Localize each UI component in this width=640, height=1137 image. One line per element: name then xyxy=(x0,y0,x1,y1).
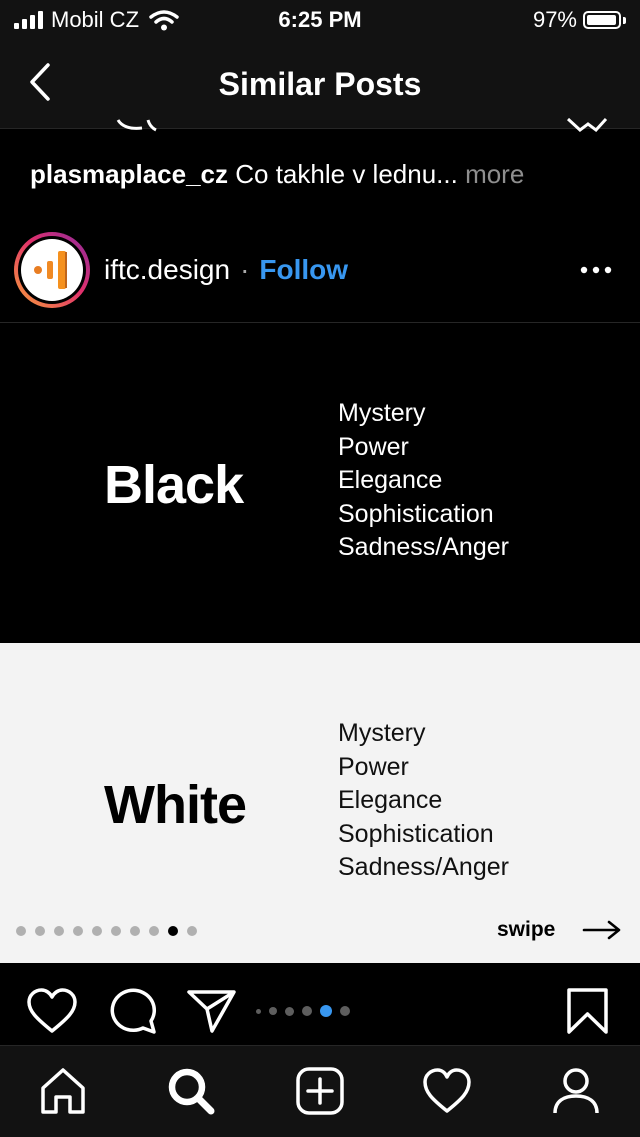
carousel-dot xyxy=(302,1006,312,1016)
page-dot xyxy=(111,926,121,936)
carousel-dot xyxy=(340,1006,350,1016)
slide-attribute: Mystery xyxy=(338,399,426,427)
arrow-right-icon xyxy=(582,920,621,940)
page-title: Similar Posts xyxy=(218,66,422,102)
post-action-bar xyxy=(0,963,640,1045)
share-icon[interactable] xyxy=(186,987,238,1035)
slide-attribute: Sophistication xyxy=(338,499,494,528)
page-dot xyxy=(54,926,64,936)
page-dot xyxy=(16,926,26,936)
post-image-black-slide[interactable]: Black Mystery Power Elegance Sophisticat… xyxy=(0,323,640,643)
post-username[interactable]: iftc.design xyxy=(104,254,230,285)
carousel-dot xyxy=(256,1008,261,1014)
post-image-white-slide[interactable]: White Mystery Power Elegance Sophisticat… xyxy=(0,643,640,963)
carousel-dot xyxy=(285,1006,294,1016)
home-icon[interactable] xyxy=(38,1066,88,1116)
previous-post-icons-partial xyxy=(116,118,608,132)
page-dot xyxy=(149,926,159,936)
caption-more-link[interactable]: more xyxy=(465,159,524,189)
battery-tip xyxy=(623,16,626,24)
follow-button[interactable]: Follow xyxy=(259,254,348,285)
battery-icon xyxy=(583,11,621,29)
battery-level xyxy=(587,15,617,25)
caption-text: Co takhle v lednu... xyxy=(235,159,458,189)
activity-icon[interactable] xyxy=(422,1066,472,1116)
post-header: iftc.design · Follow xyxy=(0,220,640,323)
profile-icon[interactable] xyxy=(551,1066,601,1116)
slide-title: White xyxy=(104,775,247,835)
slide-attribute-list: Mystery Power Elegance Sophistication Sa… xyxy=(338,717,509,885)
slide-attribute: Mystery xyxy=(338,719,426,747)
previous-post-caption: plasmaplace_cz Co takhle v lednu... more xyxy=(30,156,524,192)
post-header-text: iftc.design · Follow xyxy=(104,250,348,290)
avatar-border xyxy=(18,236,86,304)
add-post-icon[interactable] xyxy=(295,1066,345,1116)
slide-attribute: Power xyxy=(338,432,409,461)
carousel-dot xyxy=(269,1007,277,1015)
slide-attribute: Power xyxy=(338,752,409,781)
bookmark-icon[interactable] xyxy=(566,987,610,1035)
tab-bar xyxy=(0,1045,640,1137)
more-horizontal-icon xyxy=(580,266,612,274)
slide-attribute-list: Mystery Power Elegance Sophistication Sa… xyxy=(338,397,509,565)
battery-percent: 97% xyxy=(532,7,577,32)
caption-username[interactable]: plasmaplace_cz xyxy=(30,159,228,189)
heart-icon[interactable] xyxy=(26,987,78,1035)
post-options-button[interactable] xyxy=(578,260,614,280)
comment-icon[interactable] xyxy=(106,987,158,1035)
search-icon[interactable] xyxy=(166,1066,216,1116)
navigation-bar: Similar Posts xyxy=(0,40,640,129)
slide-attribute: Elegance xyxy=(338,786,443,815)
iftc-logo-icon xyxy=(34,251,67,289)
battery-group: 97% xyxy=(533,8,626,32)
page-dot xyxy=(187,926,197,936)
swipe-label: swipe xyxy=(497,918,556,941)
slide-title: Black xyxy=(104,455,244,515)
avatar-image xyxy=(21,239,83,301)
status-bar: Mobil CZ 6:25 PM 97% xyxy=(0,0,640,40)
slide-attribute: Sadness/Anger xyxy=(338,533,509,562)
page-dot xyxy=(168,926,178,936)
page-dot xyxy=(73,926,83,936)
slide-attribute: Elegance xyxy=(338,466,443,495)
page-dot xyxy=(35,926,45,936)
avatar[interactable] xyxy=(14,232,90,308)
slide-page-dots xyxy=(16,926,197,936)
carousel-indicator xyxy=(256,1005,350,1017)
page-dot xyxy=(130,926,140,936)
header-separator: · xyxy=(240,254,250,285)
slide-attribute: Sadness/Anger xyxy=(338,853,509,882)
carousel-dot xyxy=(320,1005,332,1017)
slide-attribute: Sophistication xyxy=(338,819,494,848)
page-dot xyxy=(92,926,102,936)
